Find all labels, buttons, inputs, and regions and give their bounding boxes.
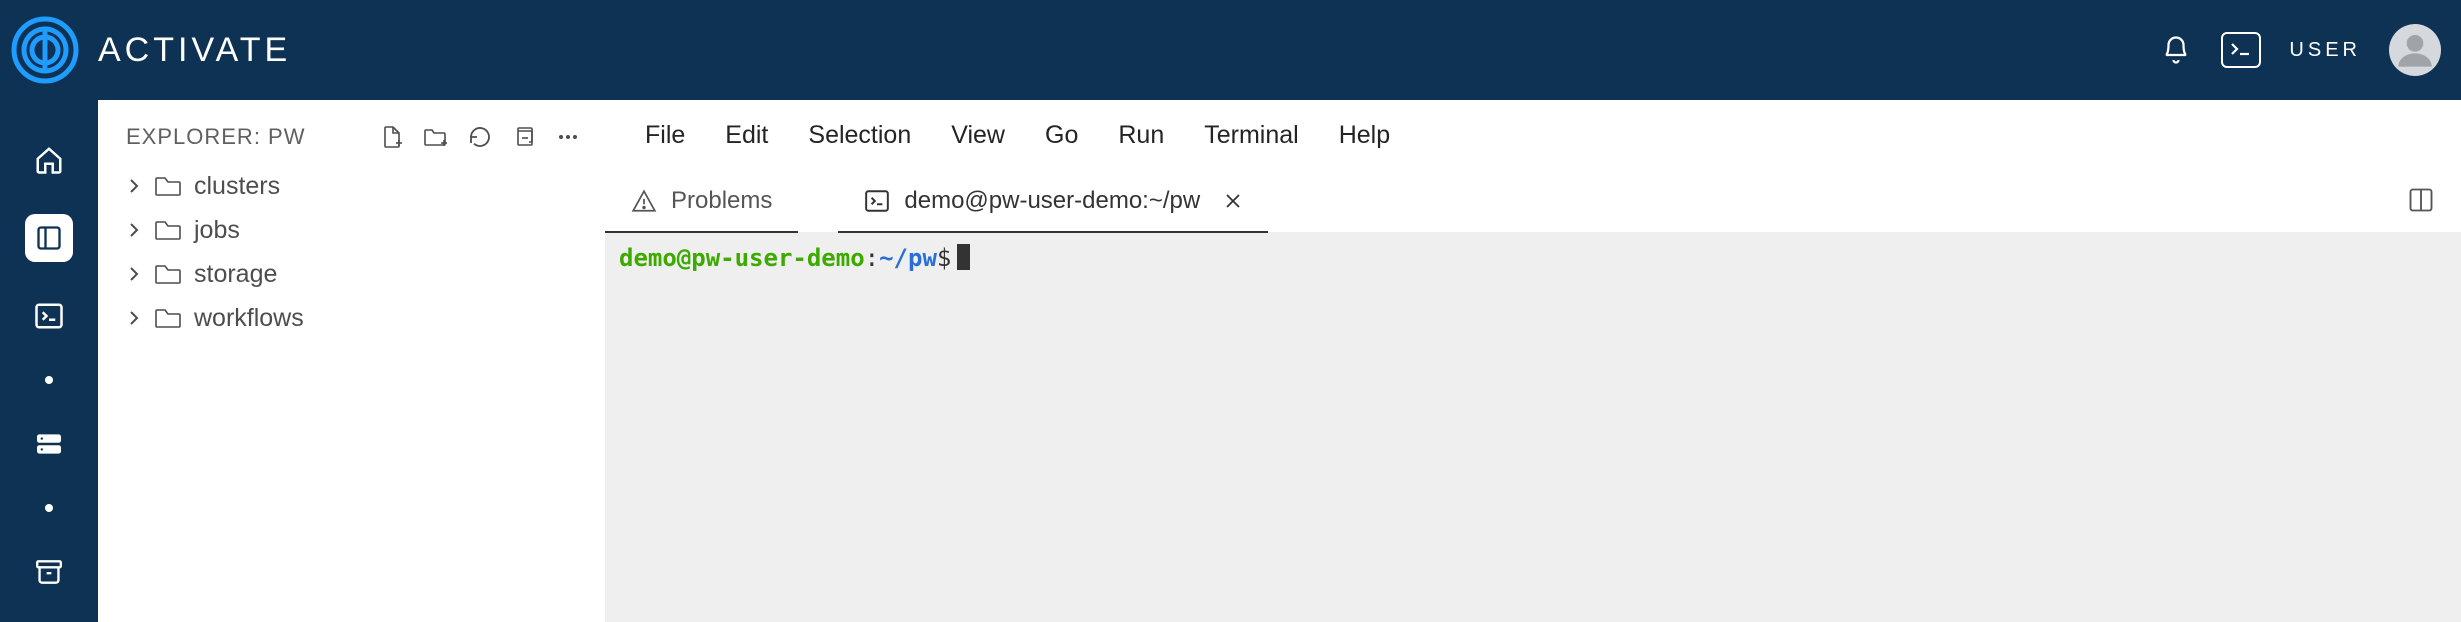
chevron-right-icon [126,266,142,282]
tree-item-label: clusters [194,172,280,201]
tab-terminal[interactable]: demo@pw-user-demo:~/pw [838,170,1268,232]
rail-archive[interactable] [25,548,73,596]
folder-icon [154,175,182,197]
chevron-right-icon [126,222,142,238]
new-file-icon[interactable] [379,124,405,150]
left-rail [0,100,98,622]
menu-terminal[interactable]: Terminal [1204,121,1298,150]
tree-item-clusters[interactable]: clusters [126,164,605,208]
tree-item-label: jobs [194,216,240,245]
brand-name: ACTIVATE [98,31,291,70]
tabbar: Problems demo@pw-user-demo:~/pw [605,170,2461,232]
menu-go[interactable]: Go [1045,121,1078,150]
topbar: ACTIVATE USER [0,0,2461,100]
editor-area: File Edit Selection View Go Run Terminal… [605,100,2461,622]
new-folder-icon[interactable] [423,124,449,150]
folder-icon [154,219,182,241]
tree-item-label: workflows [194,304,304,333]
folder-icon [154,263,182,285]
rail-separator [45,376,53,384]
folder-icon [154,307,182,329]
menu-selection[interactable]: Selection [808,121,911,150]
terminal-colon: : [865,244,879,272]
tree-item-storage[interactable]: storage [126,252,605,296]
terminal-userhost: demo@pw-user-demo [619,244,865,272]
user-label[interactable]: USER [2289,39,2361,62]
explorer-header: EXPLORER: PW [98,124,605,164]
bell-icon[interactable] [2159,33,2193,67]
more-icon[interactable] [555,124,581,150]
brand-logo-icon [10,15,80,85]
rail-home[interactable] [25,136,73,184]
menu-edit[interactable]: Edit [725,121,768,150]
rail-panel[interactable] [25,214,73,262]
terminal-dollar: $ [937,244,951,272]
close-icon[interactable] [1224,192,1242,210]
tab-problems[interactable]: Problems [605,170,798,232]
warning-icon [631,188,657,214]
collapse-all-icon[interactable] [511,124,537,150]
menu-run[interactable]: Run [1118,121,1164,150]
chevron-right-icon [126,310,142,326]
tree-item-label: storage [194,260,277,289]
explorer-sidebar: EXPLORER: PW [98,100,605,622]
menubar: File Edit Selection View Go Run Terminal… [605,100,2461,170]
explorer-tree: clusters jobs storage [98,164,605,340]
explorer-title: EXPLORER: PW [126,124,379,150]
tab-label: Problems [671,187,772,215]
split-editor-icon[interactable] [2407,186,2437,216]
rail-terminal[interactable] [25,292,73,340]
topbar-right: USER [2159,24,2441,76]
rail-storage[interactable] [25,420,73,468]
refresh-icon[interactable] [467,124,493,150]
terminal-cursor [957,244,970,270]
topbar-terminal-button[interactable] [2221,32,2261,68]
menu-help[interactable]: Help [1339,121,1390,150]
terminal-content[interactable]: demo@pw-user-demo:~/pw$ [605,232,2461,622]
rail-separator-2 [45,504,53,512]
tree-item-jobs[interactable]: jobs [126,208,605,252]
terminal-path: ~/pw [879,244,937,272]
tab-label: demo@pw-user-demo:~/pw [904,187,1200,215]
terminal-icon [864,188,890,214]
avatar[interactable] [2389,24,2441,76]
chevron-right-icon [126,178,142,194]
menu-view[interactable]: View [951,121,1005,150]
brand[interactable]: ACTIVATE [10,15,291,85]
tree-item-workflows[interactable]: workflows [126,296,605,340]
menu-file[interactable]: File [645,121,685,150]
